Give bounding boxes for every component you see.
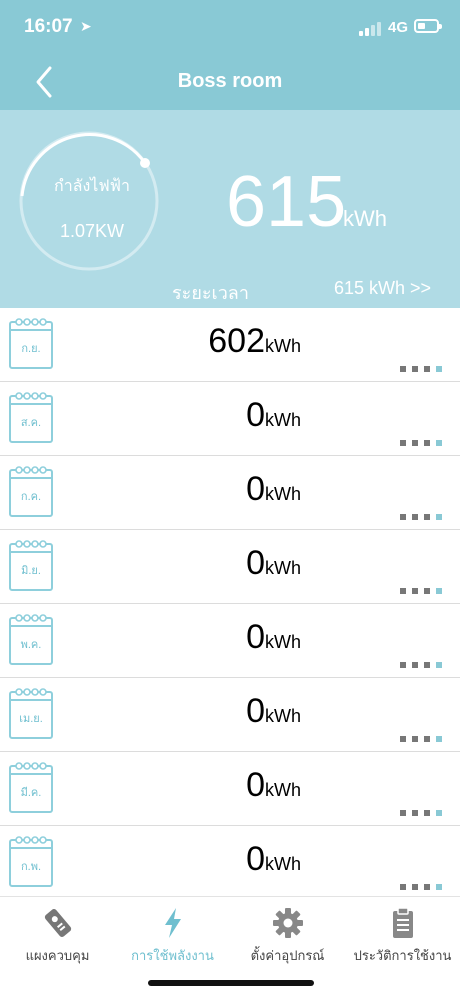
- month-label: ก.ค.: [20, 491, 42, 503]
- energy-unit: kWh: [265, 854, 301, 874]
- month-label: ก.ย.: [21, 343, 41, 355]
- energy-value: 0: [246, 840, 265, 878]
- tab-label: ตั้งค่าอุปกรณ์: [250, 948, 325, 963]
- energy-value: 0: [246, 692, 265, 730]
- energy-value: 0: [246, 396, 265, 434]
- month-row[interactable]: พ.ค. 0kWh: [0, 604, 460, 678]
- monthly-usage-list: ก.ย. 602kWh ส.ค. 0kWh ก.ค. 0kWh มิ.ย. 0kWh พ.ค. 0…: [0, 308, 460, 896]
- header-bar: 16:07 ➤ 4G Boss room: [0, 0, 460, 110]
- energy-unit: kWh: [265, 706, 301, 726]
- more-dots-icon: [400, 884, 444, 890]
- calendar-icon: ส.ค.: [9, 392, 53, 443]
- month-energy: 0kWh: [246, 544, 301, 583]
- period-total-link[interactable]: 615 kWh >>: [334, 278, 431, 299]
- energy-value: 0: [246, 470, 265, 508]
- calendar-icon: ก.ย.: [9, 318, 53, 369]
- more-dots-icon: [400, 514, 444, 520]
- month-label: เม.ย.: [19, 713, 43, 725]
- month-row[interactable]: มี.ค. 0kWh: [0, 752, 460, 826]
- tab-usage-history[interactable]: ประวัติการใช้งาน: [345, 903, 460, 973]
- month-row[interactable]: ก.พ. 0kWh: [0, 826, 460, 896]
- energy-unit: kWh: [265, 484, 301, 504]
- total-energy-value: 615: [226, 162, 347, 242]
- month-label: ก.พ.: [20, 861, 42, 873]
- energy-unit: kWh: [265, 558, 301, 578]
- battery-icon: [414, 19, 442, 33]
- power-label: กำลังไฟฟ้า: [54, 178, 130, 195]
- energy-unit: kWh: [265, 780, 301, 800]
- page-title: Boss room: [177, 70, 283, 92]
- more-dots-icon: [400, 662, 444, 668]
- month-row[interactable]: มิ.ย. 0kWh: [0, 530, 460, 604]
- energy-summary-panel: กำลังไฟฟ้า 1.07KW 615 kWh ระยะเวลา 615 k…: [0, 110, 460, 308]
- month-energy: 0kWh: [246, 470, 301, 509]
- energy-value: 602: [208, 322, 265, 360]
- location-arrow-icon: ➤: [80, 18, 92, 34]
- energy-value: 0: [246, 618, 265, 656]
- energy-unit: kWh: [265, 410, 301, 430]
- more-dots-icon: [400, 810, 444, 816]
- month-energy: 0kWh: [246, 396, 301, 435]
- month-row[interactable]: ก.ค. 0kWh: [0, 456, 460, 530]
- gear-icon: [273, 908, 303, 938]
- month-energy: 0kWh: [246, 840, 301, 879]
- calendar-icon: ก.ค.: [9, 466, 53, 517]
- energy-unit: kWh: [265, 336, 301, 356]
- tab-energy-usage[interactable]: การใช้พลังงาน: [115, 903, 230, 973]
- period-label: ระยะเวลา: [172, 283, 249, 303]
- total-energy-unit: kWh: [343, 206, 387, 231]
- tab-device-settings[interactable]: ตั้งค่าอุปกรณ์: [230, 903, 345, 973]
- month-label: มี.ค.: [20, 787, 42, 799]
- month-energy: 602kWh: [208, 322, 301, 361]
- tab-label: การใช้พลังงาน: [131, 948, 214, 963]
- month-row[interactable]: เม.ย. 0kWh: [0, 678, 460, 752]
- calendar-icon: มี.ค.: [9, 762, 53, 813]
- month-energy: 0kWh: [246, 692, 301, 731]
- tab-label: แผงควบคุม: [25, 948, 90, 963]
- power-value: 1.07KW: [59, 221, 125, 241]
- more-dots-icon: [400, 736, 444, 742]
- energy-unit: kWh: [265, 632, 301, 652]
- month-label: พ.ค.: [20, 639, 42, 651]
- calendar-icon: พ.ค.: [9, 614, 53, 665]
- more-dots-icon: [400, 366, 444, 372]
- month-label: มิ.ย.: [21, 565, 41, 577]
- month-energy: 0kWh: [246, 766, 301, 805]
- calendar-icon: ก.พ.: [9, 836, 53, 887]
- clipboard-icon: [393, 907, 413, 938]
- month-row[interactable]: ส.ค. 0kWh: [0, 382, 460, 456]
- status-time: 16:07: [24, 16, 73, 37]
- home-indicator: [148, 980, 314, 986]
- more-dots-icon: [400, 440, 444, 446]
- control-panel-icon: [44, 909, 72, 937]
- power-gauge: [19, 131, 159, 271]
- tab-label: ประวัติการใช้งาน: [353, 948, 452, 963]
- month-energy: 0kWh: [246, 618, 301, 657]
- tab-control-panel[interactable]: แผงควบคุม: [0, 903, 115, 973]
- network-type: 4G: [388, 19, 409, 36]
- signal-strength-icon: [359, 22, 383, 36]
- calendar-icon: เม.ย.: [9, 688, 53, 739]
- lightning-icon: [165, 908, 181, 938]
- more-dots-icon: [400, 588, 444, 594]
- calendar-icon: มิ.ย.: [9, 540, 53, 591]
- energy-value: 0: [246, 544, 265, 582]
- month-row[interactable]: ก.ย. 602kWh: [0, 308, 460, 382]
- energy-value: 0: [246, 766, 265, 804]
- month-label: ส.ค.: [20, 417, 42, 429]
